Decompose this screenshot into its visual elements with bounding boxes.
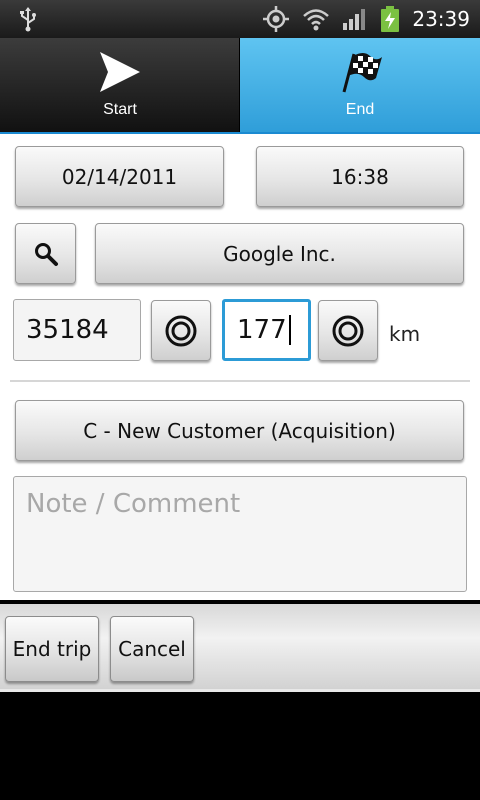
action-bar-panel: End trip Cancel (0, 604, 480, 692)
empty-area (0, 695, 480, 800)
status-time: 23:39 (412, 7, 470, 31)
odometer-start-button[interactable] (151, 300, 211, 361)
action-bar: End trip Cancel (0, 600, 480, 695)
status-bar: 23:39 (0, 0, 480, 38)
checkered-flag-icon (342, 53, 382, 93)
cancel-label: Cancel (118, 637, 186, 661)
signal-icon (343, 9, 366, 30)
divider (10, 380, 470, 382)
note-placeholder: Note / Comment (26, 489, 241, 519)
tab-end[interactable]: End (240, 38, 480, 132)
odometer-end-field[interactable]: 177 (222, 299, 311, 361)
cancel-button[interactable]: Cancel (110, 616, 194, 682)
text-caret (288, 315, 291, 345)
distance-unit: km (389, 322, 421, 346)
usb-icon (20, 7, 36, 32)
time-value: 16:38 (331, 164, 389, 189)
arrow-icon (100, 52, 140, 92)
wifi-icon (303, 9, 330, 31)
end-trip-label: End trip (12, 637, 92, 661)
tab-bar: Start End (0, 38, 480, 132)
search-button[interactable] (15, 223, 76, 284)
tab-start[interactable]: Start (0, 38, 240, 132)
target-icon (165, 315, 197, 346)
target-icon (332, 315, 364, 346)
search-icon (34, 242, 58, 266)
location-button[interactable]: Google Inc. (95, 223, 464, 284)
date-button[interactable]: 02/14/2011 (15, 146, 224, 207)
odometer-end-value: 177 (237, 315, 287, 345)
odometer-start-field[interactable]: 35184 (13, 299, 141, 361)
note-field[interactable]: Note / Comment (13, 476, 467, 592)
tab-start-label: Start (103, 101, 137, 118)
odometer-end-button[interactable] (318, 300, 378, 361)
category-button[interactable]: C - New Customer (Acquisition) (15, 400, 464, 461)
odometer-start-value: 35184 (26, 315, 109, 345)
battery-charging-icon (381, 6, 400, 32)
location-value: Google Inc. (223, 241, 336, 266)
time-button[interactable]: 16:38 (256, 146, 464, 207)
date-value: 02/14/2011 (61, 164, 178, 189)
tab-end-label: End (345, 101, 375, 118)
category-value: C - New Customer (Acquisition) (83, 418, 396, 443)
end-trip-button[interactable]: End trip (5, 616, 99, 682)
gps-icon (263, 6, 290, 32)
